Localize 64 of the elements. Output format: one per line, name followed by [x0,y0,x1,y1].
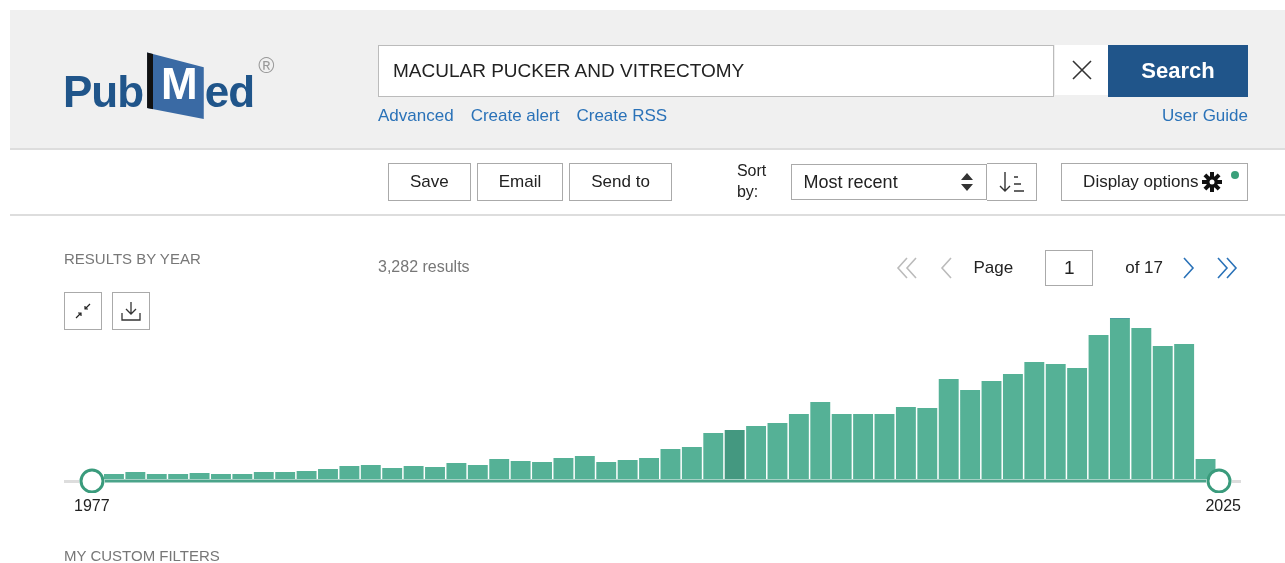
histogram-bar [596,462,617,479]
search-link[interactable]: Create alert [470,106,560,126]
histogram-bar [895,407,916,479]
search-button[interactable]: Search [1108,45,1248,97]
histogram-bar [339,466,360,479]
section-title: MY CUSTOM FILTERS [64,547,221,563]
histogram-bar [617,460,638,479]
histogram-bar [360,465,381,479]
histogram-bar [767,423,788,479]
histogram-bar [724,430,745,479]
histogram-bar [917,408,938,479]
histogram-bar [853,414,874,479]
user-guide-link[interactable]: User Guide [1162,106,1248,126]
action-button[interactable]: Save [388,163,471,201]
sort-descending-icon [998,171,1025,193]
action-button[interactable]: Send to [569,163,672,201]
start-year: 1977 [74,497,110,515]
action-button[interactable]: Email [476,163,564,201]
settings-icon [1202,172,1223,192]
histogram-bar [574,456,595,479]
download-button[interactable] [112,292,150,330]
histogram-bar [660,449,681,479]
search-link[interactable]: Advanced [378,106,454,126]
page-field[interactable]: 1 [1045,250,1094,286]
search-link[interactable]: Create RSS [576,106,668,126]
end-year: 2025 [1205,497,1241,515]
collapse-icon [75,303,91,319]
next-page-icon[interactable] [1181,255,1197,281]
histogram-bar [874,414,895,479]
updown-icon [960,172,975,192]
histogram-bar [553,458,574,479]
clear-button[interactable] [1054,45,1108,95]
sort-label: Sort by: [736,161,768,202]
histogram-bar [446,463,467,479]
histogram-bar [425,467,445,479]
section-title: RESULTS BY YEAR [64,250,202,267]
sort-select[interactable]: Most recent [790,164,988,200]
page-total: of 17 [1125,258,1163,278]
histogram-bar [489,459,510,479]
collapse-button[interactable] [64,292,102,330]
histogram-bar [467,465,488,479]
logo-text: Pub [63,67,144,117]
page-label: Page [973,258,1014,278]
histogram-bar [788,414,809,479]
registered-mark: ® [258,53,275,79]
slider-track [1232,480,1241,483]
histogram-bar [510,461,531,479]
slider-handle[interactable] [1206,468,1232,493]
slider-handle[interactable] [79,468,105,493]
close-icon [1071,60,1092,80]
logo-text: ed [204,67,255,117]
histogram-bar [403,466,424,479]
download-icon [121,301,141,321]
slider-track [64,480,79,483]
histogram-bar [639,458,659,479]
display-options-button[interactable]: Display options [1061,163,1248,201]
results-count: 3,282 results [378,258,470,276]
histogram-bar [318,469,338,479]
search-field[interactable]: MACULAR PUCKER AND VITRECTOMY [378,45,1054,97]
sort-order-button[interactable] [987,163,1038,201]
histogram-bar [831,414,852,479]
histogram-bar [746,426,766,479]
histogram-bar [532,462,552,479]
histogram-bar [382,468,403,479]
